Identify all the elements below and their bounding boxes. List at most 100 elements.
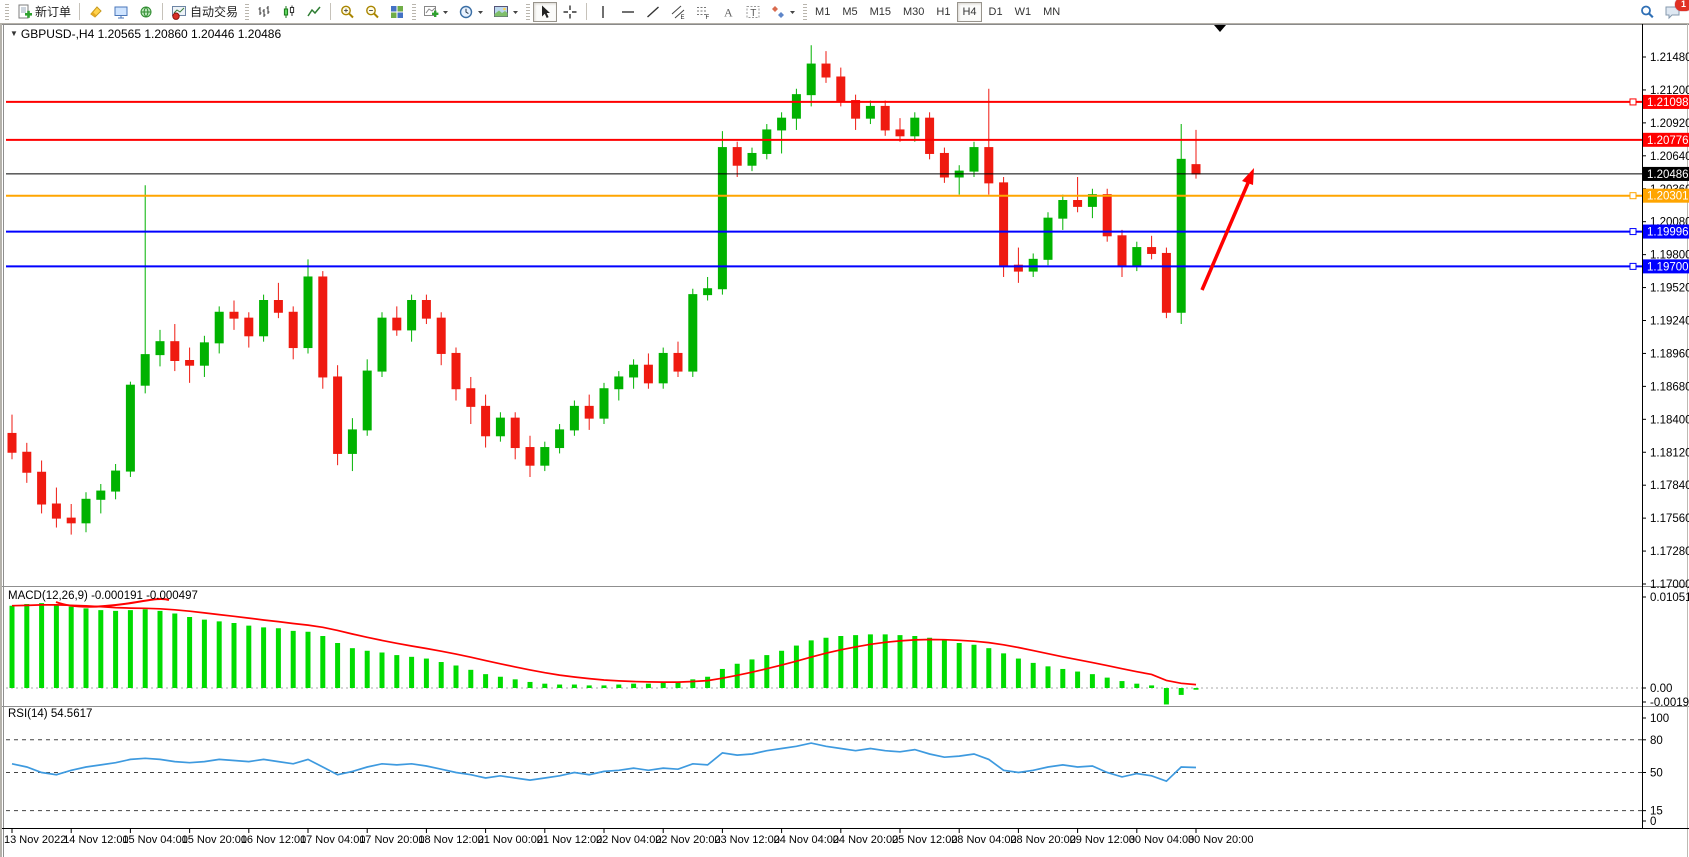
candle: [23, 452, 31, 472]
toolbar-grip[interactable]: [5, 4, 9, 20]
separator: [586, 3, 587, 20]
svg-text:22 Nov 20:00: 22 Nov 20:00: [655, 834, 720, 846]
channel-tool-button[interactable]: E: [666, 2, 690, 22]
candle: [911, 118, 919, 136]
candle: [896, 130, 904, 136]
styler-button[interactable]: [84, 2, 108, 22]
svg-text:15 Nov 04:00: 15 Nov 04:00: [122, 834, 187, 846]
timeframe-m5-button[interactable]: M5: [837, 2, 862, 22]
crosshair-tool-button[interactable]: [558, 2, 582, 22]
svg-text:1.21480: 1.21480: [1650, 52, 1689, 64]
bar-chart-button[interactable]: [252, 2, 276, 22]
notifications-button[interactable]: 1: [1660, 2, 1686, 22]
timeframe-w1-button[interactable]: W1: [1010, 2, 1037, 22]
text-label-tool-button[interactable]: T: [741, 2, 765, 22]
zoom-in-icon: [339, 4, 355, 20]
periods-menu-button[interactable]: [454, 2, 488, 22]
svg-text:1.18960: 1.18960: [1650, 348, 1689, 360]
collapse-indicator-icon[interactable]: ▼: [10, 29, 18, 38]
line-chart-button[interactable]: [302, 2, 326, 22]
tile-windows-button[interactable]: [385, 2, 409, 22]
candle: [630, 365, 638, 377]
candle: [881, 106, 889, 130]
candle: [200, 343, 208, 365]
toolbar-grip[interactable]: [526, 4, 530, 20]
templates-menu-button[interactable]: [489, 2, 523, 22]
svg-text:13 Nov 2022: 13 Nov 2022: [4, 834, 66, 846]
candle: [763, 130, 771, 154]
indicators-menu-button[interactable]: [419, 2, 453, 22]
autotrading-label: 自动交易: [190, 3, 238, 20]
timeframe-d1-button[interactable]: D1: [984, 2, 1008, 22]
timeframe-h1-button[interactable]: H1: [931, 2, 955, 22]
candle: [1192, 165, 1200, 174]
signal-globe-icon: [138, 4, 154, 20]
candle: [67, 518, 75, 523]
zoom-out-button[interactable]: [360, 2, 384, 22]
svg-text:1.19700: 1.19700: [1647, 261, 1689, 273]
svg-text:14 Nov 12:00: 14 Nov 12:00: [63, 834, 128, 846]
timeframe-h4-button[interactable]: H4: [957, 2, 981, 22]
toolbar-grip[interactable]: [412, 4, 416, 20]
macd-indicator-label: MACD(12,26,9) -0.000191 -0.000497: [8, 590, 198, 602]
text-label-icon: T: [745, 4, 761, 20]
svg-text:28 Nov 20:00: 28 Nov 20:00: [1010, 834, 1075, 846]
chart-shift-marker-icon[interactable]: [1214, 25, 1226, 32]
chart-title: ▼GBPUSD-,H4 1.20565 1.20860 1.20446 1.20…: [10, 27, 281, 41]
candle: [852, 101, 860, 119]
dropdown-arrow-icon: [789, 9, 796, 15]
new-order-button[interactable]: 新订单: [12, 2, 75, 22]
toolbar-grip[interactable]: [245, 4, 249, 20]
candlestick-chart-button[interactable]: [277, 2, 301, 22]
trend-arrow-head: [1242, 168, 1254, 185]
autotrading-icon: [171, 4, 187, 20]
signal-button[interactable]: [134, 2, 158, 22]
candle: [38, 472, 46, 504]
market-watch-button[interactable]: [109, 2, 133, 22]
svg-text:T: T: [750, 8, 756, 19]
fibonacci-tool-button[interactable]: F: [691, 2, 715, 22]
timeframe-mn-button[interactable]: MN: [1038, 2, 1065, 22]
arrows-tool-button[interactable]: [766, 2, 800, 22]
trendline-tool-button[interactable]: [641, 2, 665, 22]
candle: [215, 312, 223, 343]
rsi-line: [12, 743, 1196, 781]
svg-text:1.19240: 1.19240: [1650, 316, 1689, 328]
svg-text:16 Nov 12:00: 16 Nov 12:00: [241, 834, 306, 846]
new-order-label: 新订单: [35, 3, 71, 20]
highlighter-icon: [88, 4, 104, 20]
autotrading-button[interactable]: 自动交易: [167, 2, 242, 22]
candle: [689, 295, 697, 371]
timeframe-m15-button[interactable]: M15: [865, 2, 896, 22]
timeframe-m1-button[interactable]: M1: [810, 2, 835, 22]
chart-canvas[interactable]: 1.214801.212001.209201.206401.203601.200…: [2, 24, 1689, 857]
notification-badge: 1: [1675, 0, 1689, 11]
vertical-line-tool-button[interactable]: [591, 2, 615, 22]
text-tool-button[interactable]: A: [716, 2, 740, 22]
candle: [393, 318, 401, 330]
candle: [792, 95, 800, 119]
search-button[interactable]: [1635, 2, 1659, 22]
candle: [437, 318, 445, 353]
candle: [1133, 248, 1141, 266]
svg-text:1.17280: 1.17280: [1650, 546, 1689, 558]
toolbar-grip[interactable]: [803, 4, 807, 20]
fibonacci-icon: F: [695, 4, 711, 20]
timeframe-m30-button[interactable]: M30: [898, 2, 929, 22]
candle: [1162, 253, 1170, 312]
candle: [230, 312, 238, 318]
svg-text:F: F: [706, 15, 710, 20]
candle: [141, 355, 149, 386]
horizontal-line-tool-button[interactable]: [616, 2, 640, 22]
candle: [570, 406, 578, 430]
cursor-tool-button[interactable]: [533, 2, 557, 22]
svg-text:1.17000: 1.17000: [1650, 579, 1689, 591]
trend-arrow-annotation[interactable]: [1202, 183, 1248, 290]
candle: [8, 433, 16, 452]
zoom-in-button[interactable]: [335, 2, 359, 22]
svg-text:A: A: [724, 5, 733, 19]
text-a-icon: A: [720, 4, 736, 20]
zoom-out-icon: [364, 4, 380, 20]
candle: [674, 353, 682, 371]
candle: [334, 377, 342, 453]
